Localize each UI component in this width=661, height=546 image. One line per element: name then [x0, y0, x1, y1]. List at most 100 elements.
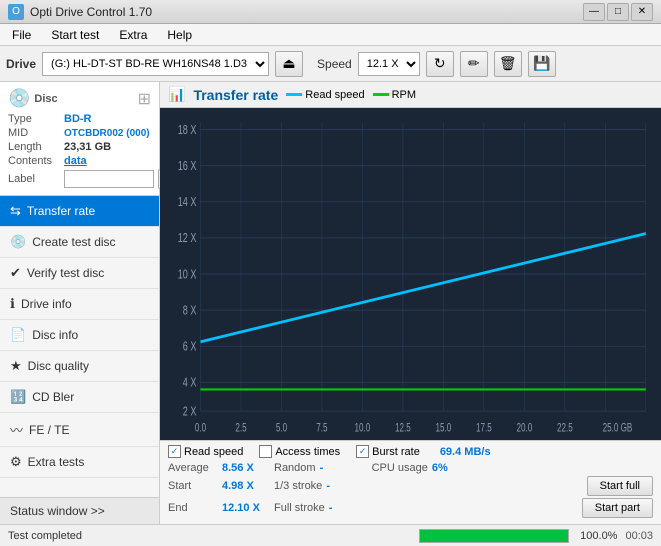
- nav-item-extra-tests[interactable]: ⚙ Extra tests: [0, 447, 159, 478]
- disc-contents-row: Contents data: [8, 155, 151, 167]
- checkbox-burst-rate[interactable]: Burst rate: [356, 445, 420, 458]
- nav-item-drive-info[interactable]: ℹ Drive info: [0, 289, 159, 320]
- disc-length-row: Length 23,31 GB: [8, 141, 151, 153]
- menu-file[interactable]: File: [4, 26, 39, 44]
- eject-button[interactable]: ⏏: [275, 51, 303, 77]
- checkbox-access-times-box: [259, 445, 272, 458]
- maximize-button[interactable]: □: [607, 3, 629, 21]
- checkbox-read-speed-label: Read speed: [184, 446, 243, 458]
- extra-tests-icon: ⚙: [10, 454, 22, 470]
- menu-extra[interactable]: Extra: [111, 26, 155, 44]
- disc-length-value: 23,31 GB: [64, 141, 111, 153]
- drive-select[interactable]: (G:) HL-DT-ST BD-RE WH16NS48 1.D3: [42, 52, 269, 76]
- disc-label-row: Label 🔍: [8, 169, 151, 189]
- write-button[interactable]: ✏: [460, 51, 488, 77]
- svg-text:12.5: 12.5: [395, 422, 411, 435]
- status-text: Test completed: [8, 530, 411, 542]
- app-icon: O: [8, 4, 24, 20]
- disc-large-icon: 💿: [8, 88, 30, 109]
- nav-item-transfer-rate[interactable]: ⇆ Transfer rate: [0, 196, 159, 227]
- svg-text:16 X: 16 X: [178, 160, 197, 174]
- menu-help[interactable]: Help: [159, 26, 200, 44]
- nav-item-extra-tests-label: Extra tests: [28, 455, 85, 469]
- disc-length-label: Length: [8, 141, 60, 153]
- nav-item-verify-test-disc[interactable]: ✔ Verify test disc: [0, 258, 159, 289]
- start-part-button[interactable]: Start part: [582, 498, 653, 518]
- legend-read-speed: Read speed: [286, 89, 364, 101]
- create-test-disc-icon: 💿: [10, 234, 26, 250]
- nav-item-create-test-disc[interactable]: 💿 Create test disc: [0, 227, 159, 258]
- svg-text:5.0: 5.0: [276, 422, 288, 435]
- chart-container: 18 X 16 X 14 X 12 X 10 X 8 X 6 X 4 X 2 X…: [160, 108, 661, 440]
- svg-text:10.0: 10.0: [355, 422, 371, 435]
- close-button[interactable]: ✕: [631, 3, 653, 21]
- refresh-button[interactable]: ↻: [426, 51, 454, 77]
- nav-item-verify-test-disc-label: Verify test disc: [27, 266, 104, 280]
- nav-item-disc-info-label: Disc info: [32, 328, 78, 342]
- disc-mid-label: MID: [8, 127, 60, 139]
- nav-item-cd-bler[interactable]: 🔢 CD Bler: [0, 382, 159, 413]
- checkbox-access-times[interactable]: Access times: [259, 445, 340, 458]
- nav-item-fe-te[interactable]: 〰 FE / TE: [0, 413, 159, 447]
- stats-stroke-1-3-label: 1/3 stroke: [274, 480, 322, 492]
- checkbox-burst-rate-label: Burst rate: [372, 446, 420, 458]
- speed-select[interactable]: 12.1 X: [358, 52, 420, 76]
- svg-text:7.5: 7.5: [316, 422, 328, 435]
- legend-read-label: Read speed: [305, 89, 364, 101]
- nav-item-create-test-disc-label: Create test disc: [32, 235, 115, 249]
- nav-items: ⇆ Transfer rate 💿 Create test disc ✔ Ver…: [0, 196, 159, 497]
- disc-mid-value: OTCBDR002 (000): [64, 128, 150, 139]
- stats-full-stroke-label: Full stroke: [274, 502, 325, 514]
- checkbox-burst-rate-box: [356, 445, 369, 458]
- menu-start-test[interactable]: Start test: [43, 26, 107, 44]
- stats-random-label: Random: [274, 462, 316, 474]
- nav-item-cd-bler-label: CD Bler: [32, 390, 74, 404]
- legend-rpm-color: [373, 93, 389, 96]
- drive-info-icon: ℹ: [10, 296, 15, 312]
- svg-text:17.5: 17.5: [476, 422, 492, 435]
- svg-text:12 X: 12 X: [178, 232, 197, 246]
- stats-start-label: Start: [168, 480, 218, 492]
- disc-type-row: Type BD-R: [8, 113, 151, 125]
- disc-contents-value[interactable]: data: [64, 155, 87, 167]
- save-button[interactable]: 💾: [528, 51, 556, 77]
- nav-item-drive-info-label: Drive info: [21, 297, 72, 311]
- minimize-button[interactable]: —: [583, 3, 605, 21]
- progress-percent: 100.0%: [577, 530, 617, 542]
- legend-rpm: RPM: [373, 89, 416, 101]
- svg-text:4 X: 4 X: [183, 376, 197, 390]
- main-layout: 💿 Disc ⊞ Type BD-R MID OTCBDR002 (000) L…: [0, 82, 661, 524]
- stats-start-value: 4.98 X: [222, 480, 262, 492]
- nav-item-disc-info[interactable]: 📄 Disc info: [0, 320, 159, 351]
- disc-label-input[interactable]: [64, 170, 154, 188]
- svg-text:18 X: 18 X: [178, 124, 197, 138]
- svg-text:20.0: 20.0: [516, 422, 532, 435]
- checkbox-read-speed-box: [168, 445, 181, 458]
- start-full-button[interactable]: Start full: [587, 476, 653, 496]
- toolbar: Drive (G:) HL-DT-ST BD-RE WH16NS48 1.D3 …: [0, 46, 661, 82]
- stats-start-row: Start 4.98 X 1/3 stroke - Start full: [168, 476, 653, 496]
- nav-item-transfer-rate-label: Transfer rate: [27, 204, 95, 218]
- disc-expand-icon[interactable]: ⊞: [138, 89, 151, 109]
- stats-end-value: 12.10 X: [222, 502, 262, 514]
- disc-quality-icon: ★: [10, 358, 22, 374]
- svg-text:10 X: 10 X: [178, 268, 197, 282]
- progress-bar-container: [419, 529, 569, 543]
- content-area: 📊 Transfer rate Read speed RPM: [160, 82, 661, 524]
- checkbox-read-speed[interactable]: Read speed: [168, 445, 243, 458]
- transfer-rate-icon: ⇆: [10, 203, 21, 219]
- svg-text:14 X: 14 X: [178, 196, 197, 210]
- drive-label: Drive: [6, 57, 36, 71]
- erase-button[interactable]: 🗑: [494, 51, 522, 77]
- stats-area: Read speed Access times Burst rate 69.4 …: [160, 440, 661, 524]
- stats-random-value: -: [320, 462, 360, 474]
- nav-item-disc-quality[interactable]: ★ Disc quality: [0, 351, 159, 382]
- stats-full-stroke-value: -: [329, 502, 369, 514]
- chart-title: Transfer rate: [193, 87, 278, 103]
- disc-type-label: Type: [8, 113, 60, 125]
- stats-checkboxes: Read speed Access times Burst rate 69.4 …: [168, 445, 653, 458]
- disc-info-icon: 📄: [10, 327, 26, 343]
- checkbox-access-times-label: Access times: [275, 446, 340, 458]
- status-window-button[interactable]: Status window >>: [0, 497, 159, 524]
- chart-icon: 📊: [168, 86, 185, 103]
